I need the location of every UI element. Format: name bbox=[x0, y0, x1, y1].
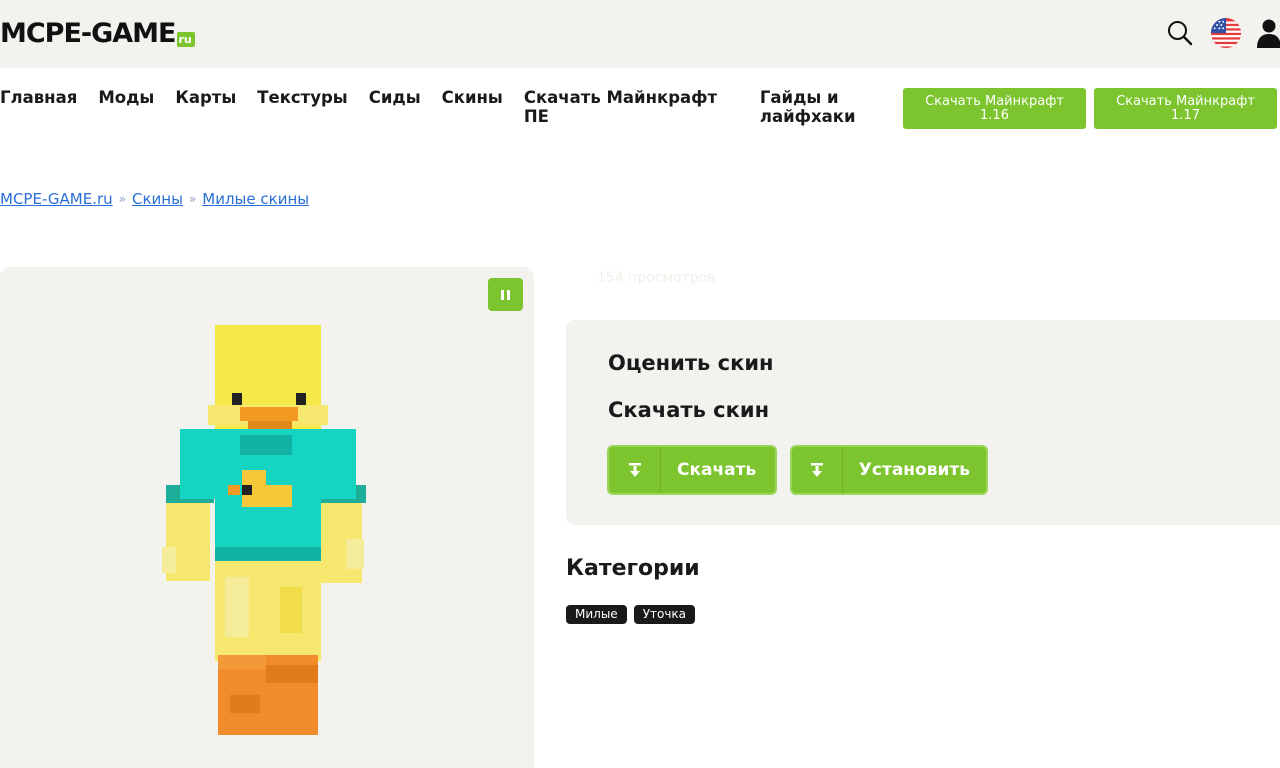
nav-item-home[interactable]: Главная bbox=[0, 88, 77, 107]
category-tag-duck[interactable]: Уточка bbox=[633, 605, 696, 624]
rate-skin-title: Оценить скин bbox=[608, 351, 774, 375]
site-header: MCPE-GAME ru bbox=[0, 0, 1280, 68]
logo-suffix: ru bbox=[176, 32, 195, 47]
download-button-version: 1.16 bbox=[980, 107, 1009, 123]
search-icon[interactable] bbox=[1164, 16, 1196, 50]
nav-item-maps[interactable]: Карты bbox=[175, 88, 236, 107]
breadcrumb-skins[interactable]: Скины bbox=[132, 190, 183, 208]
pause-icon bbox=[501, 289, 504, 300]
skin-3d-model[interactable] bbox=[160, 325, 370, 741]
header-actions bbox=[1164, 16, 1280, 50]
views-count: 154 просмотров bbox=[597, 270, 716, 286]
download-skin-button[interactable]: Скачать bbox=[607, 445, 777, 495]
category-tag-cute[interactable]: Милые bbox=[566, 605, 627, 624]
download-skin-title: Скачать скин bbox=[608, 398, 770, 422]
download-icon bbox=[609, 447, 661, 493]
nav-item-textures[interactable]: Текстуры bbox=[257, 88, 347, 107]
install-skin-label: Установить bbox=[858, 460, 970, 480]
logo-text: MCPE-GAME bbox=[0, 18, 176, 49]
breadcrumb-home[interactable]: MCPE-GAME.ru bbox=[0, 190, 113, 208]
nav-item-seeds[interactable]: Сиды bbox=[369, 88, 421, 107]
us-flag-icon[interactable] bbox=[1210, 16, 1242, 50]
breadcrumb-cute-skins[interactable]: Милые скины bbox=[202, 190, 309, 208]
categories-title: Категории bbox=[566, 556, 700, 581]
site-logo[interactable]: MCPE-GAME ru bbox=[0, 17, 195, 51]
nav-item-guides[interactable]: Гайды и лайфхаки bbox=[760, 88, 870, 126]
nav-item-skins[interactable]: Скины bbox=[442, 88, 503, 107]
main-nav: Главная Моды Карты Текстуры Сиды Скины С… bbox=[0, 88, 870, 126]
user-icon[interactable] bbox=[1256, 16, 1280, 50]
pause-button[interactable] bbox=[488, 278, 523, 311]
breadcrumb-separator: » bbox=[118, 192, 126, 206]
breadcrumb: MCPE-GAME.ru » Скины » Милые скины bbox=[0, 190, 309, 208]
pause-icon-bar bbox=[507, 289, 510, 300]
download-minecraft-1-16-button[interactable]: Скачать Майнкрафт 1.16 bbox=[903, 88, 1086, 129]
download-button-version: 1.17 bbox=[1171, 107, 1200, 123]
download-button-text: Скачать Майнкрафт bbox=[1116, 93, 1255, 109]
nav-item-download-mcpe[interactable]: Скачать Майнкрафт ПЕ bbox=[524, 88, 724, 126]
category-tags: Милые Уточка bbox=[566, 605, 696, 624]
download-minecraft-1-17-button[interactable]: Скачать Майнкрафт 1.17 bbox=[1094, 88, 1277, 129]
install-icon bbox=[792, 447, 843, 493]
download-button-text: Скачать Майнкрафт bbox=[925, 93, 1064, 109]
install-skin-button[interactable]: Установить bbox=[790, 445, 988, 495]
nav-item-mods[interactable]: Моды bbox=[98, 88, 154, 107]
breadcrumb-separator: » bbox=[188, 192, 197, 206]
download-skin-label: Скачать bbox=[677, 460, 757, 480]
